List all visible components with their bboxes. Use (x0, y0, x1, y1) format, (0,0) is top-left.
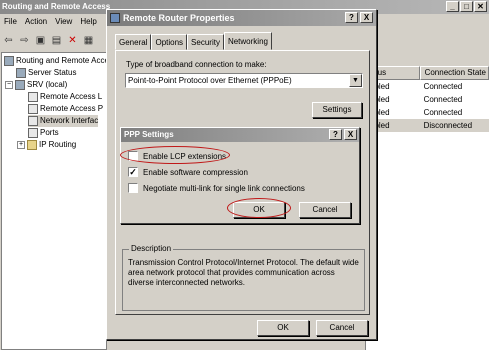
tree-item-server-status[interactable]: Server Status (16, 67, 76, 79)
tree-item-network-interfaces[interactable]: Network Interfac (28, 115, 99, 127)
forward-arrow-icon[interactable]: ⇨ (18, 34, 31, 47)
menu-view[interactable]: View (55, 15, 72, 29)
connection-type-label: Type of broadband connection to make: (126, 60, 267, 69)
description-text: Transmission Control Protocol/Internet P… (128, 258, 359, 287)
connection-type-select[interactable]: Point-to-Point Protocol over Ethernet (P… (125, 73, 363, 88)
routing-icon (4, 56, 14, 66)
lcp-extensions-option[interactable]: Enable LCP extensions (128, 150, 226, 162)
up-folder-icon[interactable]: ▣ (34, 34, 47, 47)
ppp-titlebar: PPP Settings ? X (121, 128, 359, 142)
toolbar: ⇦ ⇨ ▣ ▤ ✕ ▦ (0, 31, 105, 49)
network-icon (28, 116, 38, 126)
column-connection-state[interactable]: Connection State (419, 66, 489, 80)
software-compression-label: Enable software compression (143, 167, 248, 177)
multilink-label: Negotiate multi-link for single link con… (143, 183, 305, 193)
server-icon (16, 68, 26, 78)
tree-item-srv[interactable]: − SRV (local) (5, 79, 67, 91)
console-tree: Routing and Remote Acce Server Status − … (1, 52, 107, 350)
tab-general[interactable]: General (115, 34, 152, 50)
ppp-title: PPP Settings (124, 130, 174, 139)
properties-titlebar: Remote Router Properties ? X (107, 10, 376, 26)
multilink-option[interactable]: Negotiate multi-link for single link con… (128, 182, 305, 194)
expand-icon[interactable]: + (17, 141, 25, 149)
ppp-ok-button[interactable]: OK (233, 202, 285, 218)
network-connection-icon (110, 13, 120, 23)
description-group: Description Transmission Control Protoco… (122, 244, 365, 311)
tab-options[interactable]: Options (151, 34, 188, 50)
table-row[interactable]: abled Connected (366, 106, 489, 119)
ppp-cancel-button[interactable]: Cancel (299, 202, 351, 218)
close-button[interactable]: X (344, 129, 357, 140)
properties-title: Remote Router Properties (123, 13, 235, 23)
software-compression-option[interactable]: ✓ Enable software compression (128, 166, 248, 178)
ppp-settings-dialog: PPP Settings ? X Enable LCP extensions ✓… (120, 127, 360, 224)
software-compression-checkbox[interactable]: ✓ (128, 167, 138, 177)
delete-icon[interactable]: ✕ (66, 34, 79, 47)
lcp-extensions-checkbox[interactable] (128, 151, 138, 161)
tree-item-root[interactable]: Routing and Remote Acce (4, 55, 106, 67)
description-legend: Description (129, 244, 174, 253)
lcp-extensions-label: Enable LCP extensions (143, 151, 227, 161)
properties-icon[interactable]: ▦ (82, 34, 95, 47)
chevron-down-icon[interactable]: ▼ (349, 74, 362, 87)
log-icon (28, 92, 38, 102)
list-header: atus Connection State (366, 66, 489, 80)
collapse-icon[interactable]: − (5, 81, 13, 89)
multilink-checkbox[interactable] (128, 183, 138, 193)
ports-icon (28, 128, 38, 138)
tree-item-remote-access-policies[interactable]: Remote Access P (28, 103, 103, 115)
menubar: File Action View Help (0, 15, 97, 29)
console-tree-icon[interactable]: ▤ (50, 34, 63, 47)
menu-help[interactable]: Help (80, 15, 96, 29)
maximize-button[interactable]: □ (460, 1, 473, 12)
tree-item-ip-routing[interactable]: + IP Routing (17, 139, 76, 151)
menu-action[interactable]: Action (25, 15, 47, 29)
tab-networking[interactable]: Networking (223, 32, 272, 50)
table-row[interactable]: abled Connected (366, 80, 489, 93)
tree-item-remote-access-logging[interactable]: Remote Access L (28, 91, 102, 103)
tab-strip: General Options Security Networking (115, 32, 272, 50)
menu-file[interactable]: File (4, 15, 17, 29)
interfaces-list: atus Connection State abled Connected ab… (365, 66, 489, 350)
cancel-button[interactable]: Cancel (316, 320, 368, 336)
help-button[interactable]: ? (329, 129, 342, 140)
settings-button[interactable]: Settings (312, 102, 362, 118)
table-row[interactable]: abled Disconnected (366, 119, 489, 132)
server-icon (15, 80, 25, 90)
minimize-button[interactable]: _ (446, 1, 459, 12)
table-row[interactable]: abled Connected (366, 93, 489, 106)
help-button[interactable]: ? (345, 12, 358, 23)
ok-button[interactable]: OK (257, 320, 309, 336)
close-button[interactable]: X (360, 12, 373, 23)
tab-security[interactable]: Security (187, 34, 224, 50)
mmc-title: Routing and Remote Access (2, 2, 111, 11)
folder-icon (27, 140, 37, 150)
back-arrow-icon[interactable]: ⇦ (2, 34, 15, 47)
tree-item-ports[interactable]: Ports (28, 127, 59, 139)
policy-icon (28, 104, 38, 114)
close-button[interactable]: ✕ (474, 1, 487, 12)
